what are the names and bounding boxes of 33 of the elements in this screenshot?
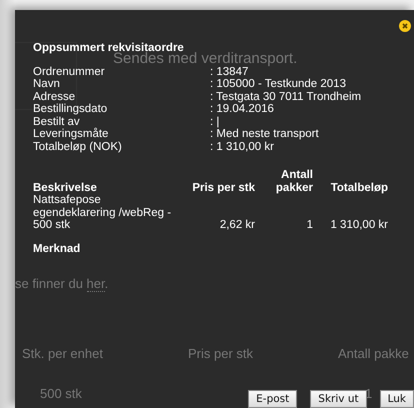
field-label: Navn [33,78,61,90]
field-value: : 105000 - Testkunde 2013 [210,78,347,90]
column-header: Pris per stk [191,182,255,194]
field-label: Leveringsmåte [33,128,110,140]
remark-label: Merknad [33,242,82,255]
field-label: Bestilt av [33,116,81,128]
field-label: Totalbeløp (NOK) [33,140,123,153]
table-cell-text: Nattsafepose egendeklarering /webReg - 500 stk [33,194,172,232]
field-value: : 19.04.2016 [210,103,275,116]
field-label: Ordrenummer [33,66,106,78]
field-value: : 13847 [210,66,248,78]
field-value: : 1 310,00 kr [210,140,275,153]
field-label: Adresse [33,90,76,103]
field-value: : Testgata 30 7011 Trondheim [210,90,362,103]
column-header: Beskrivelse [33,182,98,194]
table-cell-text: 1 310,00 kr [329,219,388,232]
column-header: Pris per stk [188,346,254,361]
table-cell: 500 stk [40,386,82,401]
field-value: : | [210,116,220,128]
close-icon[interactable] [399,20,411,32]
column-header: Totalbeløp [330,182,388,194]
column-header: Antall pakke [338,346,409,361]
column-header: Stk. per enhet [22,346,103,361]
dialog-button[interactable]: Skriv ut [310,390,367,408]
help-sentence: se finner du her. [15,276,108,291]
table-cell-text: 2,62 kr [218,219,255,232]
table-cell-text: 1 [306,219,313,232]
field-label: Bestillingsdato [33,103,108,116]
column-header: Antall pakker [274,169,313,194]
notice-text: Sendes med verditransport. [113,50,298,67]
dialog-button[interactable]: Luk [380,390,414,408]
dialog-button[interactable]: E-post [248,390,298,408]
field-value: : Med neste transport [210,128,320,140]
